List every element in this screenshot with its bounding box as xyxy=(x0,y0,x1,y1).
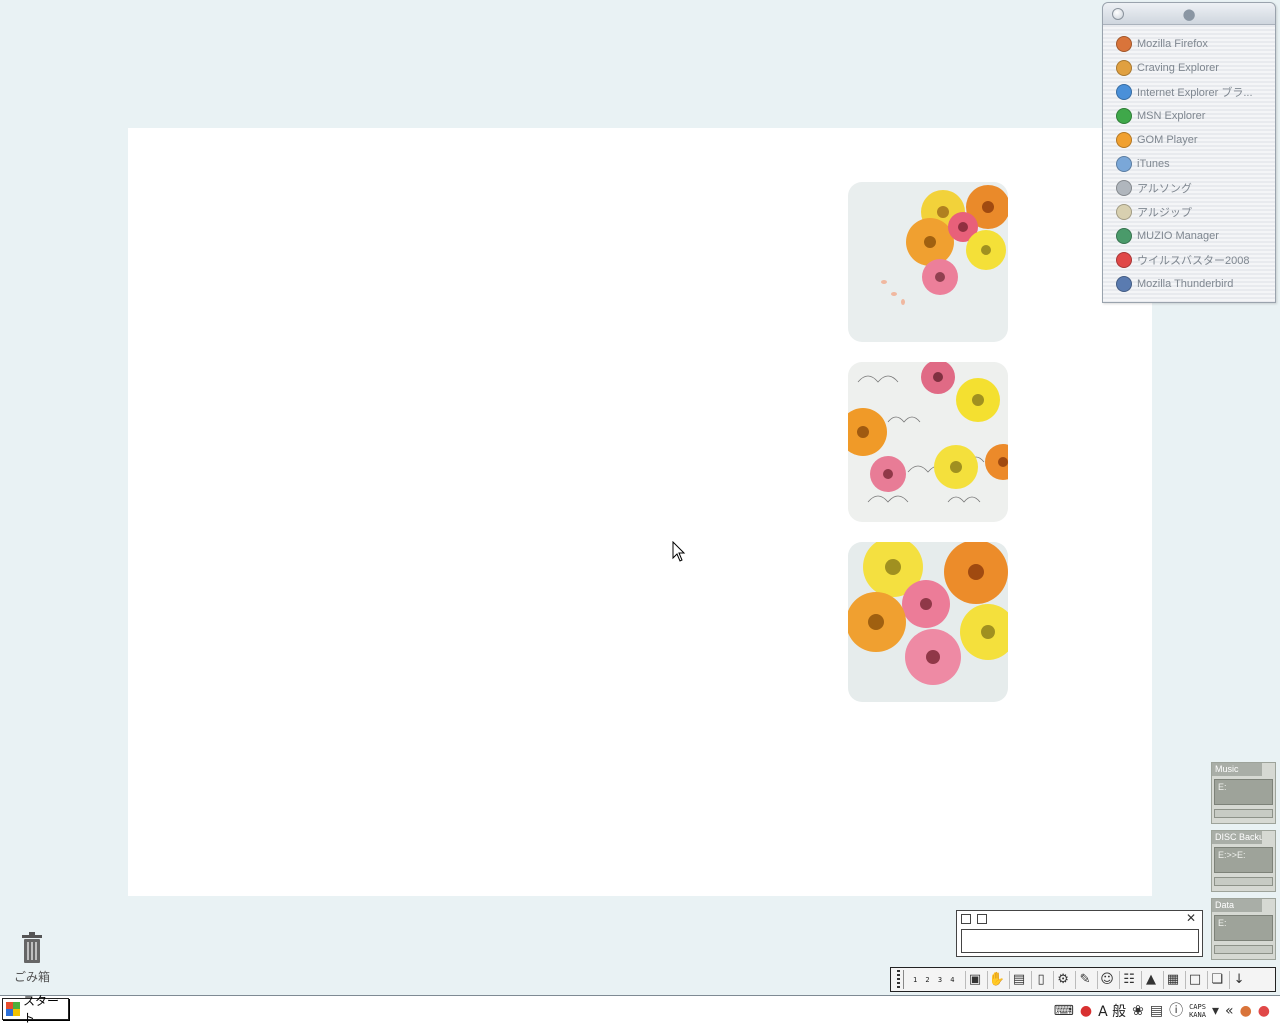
gom-player-icon xyxy=(1116,132,1132,148)
launcher-item-firefox[interactable]: Mozilla Firefox xyxy=(1103,32,1275,56)
launcher-item-label: MSN Explorer xyxy=(1137,110,1206,122)
mouse-pointer-icon xyxy=(672,541,686,562)
launcher-list: Mozilla Firefox Craving Explorer Interne… xyxy=(1103,25,1275,296)
launcher-item-label: Mozilla Firefox xyxy=(1137,38,1208,50)
overflow-arrow-icon[interactable]: ↓ xyxy=(1228,970,1247,989)
launcher-item-label: iTunes xyxy=(1137,158,1170,170)
launcher-item-itunes[interactable]: iTunes xyxy=(1103,152,1275,176)
kana-label: KANA xyxy=(1189,1011,1206,1019)
flower-wallpaper-tile-1 xyxy=(848,182,1008,342)
launcher-item-label: Internet Explorer ブラ... xyxy=(1137,87,1253,99)
drive-widget-disc-backup[interactable]: DISC Backup E:>>E: xyxy=(1211,830,1276,892)
caps-kana-indicator: CAPS KANA xyxy=(1189,1003,1206,1019)
launcher-item-label: GOM Player xyxy=(1137,134,1198,146)
folder-icon[interactable]: ▦ xyxy=(1162,970,1181,989)
drive-widget-music[interactable]: Music E: xyxy=(1211,762,1276,824)
alzip-icon xyxy=(1116,204,1132,220)
new-file-icon[interactable]: □ xyxy=(1184,970,1203,989)
virtual-desktop-numbers[interactable]: 1 2 3 4 xyxy=(907,976,963,984)
msn-icon xyxy=(1116,108,1132,124)
taskbar: スタート ⌨ ● A 般 ❀ ▤ ⓘ CAPS KANA ▾ « ● ● xyxy=(0,994,1280,1024)
thunderbird-icon xyxy=(1116,276,1132,292)
hand-icon[interactable]: ✋ xyxy=(986,970,1005,989)
firefox-tray-icon[interactable]: ● xyxy=(1240,1002,1252,1020)
launcher-item-label: Mozilla Thunderbird xyxy=(1137,278,1234,290)
user-icon[interactable]: ☺ xyxy=(1096,970,1115,989)
start-label: スタート xyxy=(23,994,60,1024)
launcher-item-label: Craving Explorer xyxy=(1137,62,1219,74)
document-icon[interactable]: ▤ xyxy=(1008,970,1027,989)
apple-icon[interactable]: ● xyxy=(1181,5,1197,23)
launcher-item-muzio-manager[interactable]: MUZIO Manager xyxy=(1103,224,1275,248)
start-button[interactable]: スタート xyxy=(2,994,69,1024)
palette-maximize-button[interactable] xyxy=(977,914,987,924)
launcher-item-thunderbird[interactable]: Mozilla Thunderbird xyxy=(1103,272,1275,296)
tool-icon[interactable]: ✎ xyxy=(1074,970,1093,989)
caps-label: CAPS xyxy=(1189,1003,1206,1011)
launcher-item-label: アルジップ xyxy=(1137,207,1192,219)
toolbar-grip[interactable] xyxy=(894,970,904,989)
virus-buster-tray-icon[interactable]: ● xyxy=(1080,1002,1092,1020)
drive-usage-bar xyxy=(1214,945,1273,954)
close-icon[interactable]: ✕ xyxy=(1186,912,1196,924)
display-icon[interactable]: ▣ xyxy=(964,970,983,989)
system-tray: ⌨ ● A 般 ❀ ▤ ⓘ CAPS KANA ▾ « ● ● xyxy=(1054,1001,1270,1021)
recycle-bin-label: ごみ箱 xyxy=(13,970,50,984)
launcher-close-button[interactable] xyxy=(1112,8,1124,20)
show-hidden-icons-icon[interactable]: « xyxy=(1225,1002,1234,1020)
security-tray-icon[interactable]: ● xyxy=(1258,1002,1270,1020)
palette-input-field[interactable] xyxy=(961,929,1199,953)
drive-usage-bar xyxy=(1214,877,1273,886)
internet-explorer-icon xyxy=(1116,84,1132,100)
ime-options-icon[interactable]: ▾ xyxy=(1212,1002,1219,1020)
itunes-icon xyxy=(1116,156,1132,172)
launcher-titlebar: ● xyxy=(1103,3,1275,25)
ime-mode-indicator[interactable]: A 般 xyxy=(1098,1001,1126,1021)
flower-wallpaper-tile-3 xyxy=(848,542,1008,702)
keyboard-icon[interactable]: ⌨ xyxy=(1054,1002,1074,1020)
launcher-item-label: アルソング xyxy=(1137,183,1192,195)
launcher-item-gom-player[interactable]: GOM Player xyxy=(1103,128,1275,152)
alsong-icon xyxy=(1116,180,1132,196)
virus-buster-icon xyxy=(1116,252,1132,268)
settings-icon[interactable]: ⚙ xyxy=(1052,970,1071,989)
muzio-manager-icon xyxy=(1116,228,1132,244)
firefox-icon xyxy=(1116,36,1132,52)
launcher-item-msn-explorer[interactable]: MSN Explorer xyxy=(1103,104,1275,128)
drive-widget-data[interactable]: Data E: xyxy=(1211,898,1276,960)
input-palette: ✕ xyxy=(956,910,1203,957)
help-icon[interactable]: ⓘ xyxy=(1169,1002,1183,1020)
app-launcher-dock: ● Mozilla Firefox Craving Explorer Inter… xyxy=(1102,2,1276,303)
drive-name: Data xyxy=(1212,899,1262,912)
windows-flag-icon xyxy=(6,1002,20,1016)
launcher-item-virus-buster[interactable]: ウイルスバスター2008 xyxy=(1103,248,1275,272)
launcher-item-alsong[interactable]: アルソング xyxy=(1103,176,1275,200)
launcher-item-internet-explorer[interactable]: Internet Explorer ブラ... xyxy=(1103,80,1275,104)
launcher-item-label: ウイルスバスター2008 xyxy=(1137,255,1250,267)
stamp-icon[interactable]: ▲ xyxy=(1140,970,1159,989)
drive-path: E:>>E: xyxy=(1214,847,1273,873)
notepad-icon[interactable]: ☷ xyxy=(1118,970,1137,989)
palette-restore-button[interactable] xyxy=(961,914,971,924)
window-switch-icon[interactable]: ❏ xyxy=(1206,970,1225,989)
launcher-item-alzip[interactable]: アルジップ xyxy=(1103,200,1275,224)
recycle-bin[interactable]: ごみ箱 xyxy=(10,932,54,985)
drive-usage-bar xyxy=(1214,809,1273,818)
drive-name: Music xyxy=(1212,763,1262,776)
ime-tools-icon[interactable]: ▤ xyxy=(1150,1002,1163,1020)
drive-path: E: xyxy=(1214,915,1273,941)
drive-path: E: xyxy=(1214,779,1273,805)
ime-palette-icon[interactable]: ❀ xyxy=(1132,1002,1144,1020)
quick-launch-toolbar: 1 2 3 4 ▣ ✋ ▤ ▯ ⚙ ✎ ☺ ☷ ▲ ▦ □ ❏ ↓ xyxy=(890,967,1276,992)
launcher-item-label: MUZIO Manager xyxy=(1137,230,1219,242)
drive-name: DISC Backup xyxy=(1212,831,1262,844)
flower-wallpaper-tile-2 xyxy=(848,362,1008,522)
trash-bin-icon xyxy=(22,932,42,963)
craving-explorer-icon xyxy=(1116,60,1132,76)
launcher-item-craving-explorer[interactable]: Craving Explorer xyxy=(1103,56,1275,80)
trash-icon[interactable]: ▯ xyxy=(1030,970,1049,989)
